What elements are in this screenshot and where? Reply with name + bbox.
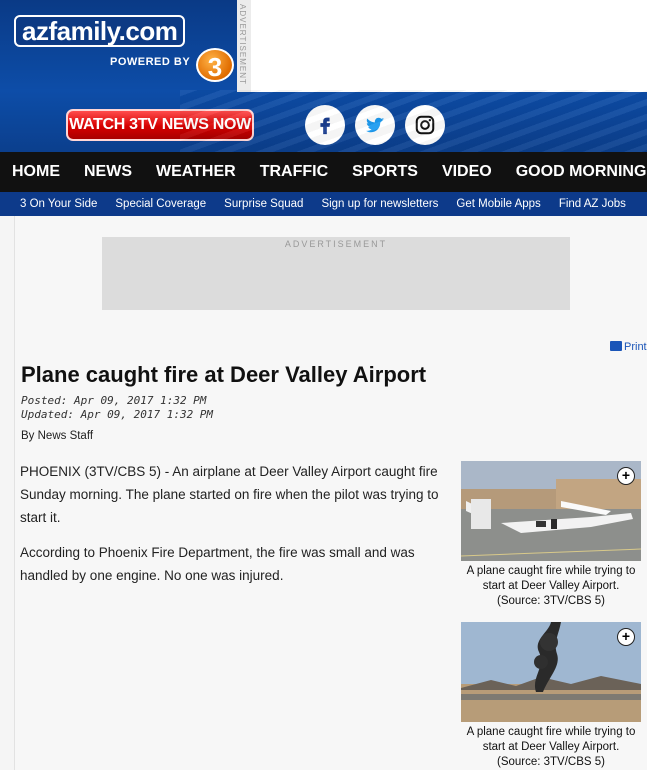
twitter-button[interactable] [355, 105, 395, 145]
expand-icon[interactable]: + [617, 467, 635, 485]
facebook-button[interactable] [305, 105, 345, 145]
subnav-newsletters[interactable]: Sign up for newsletters [312, 198, 447, 210]
print-label: Print [624, 341, 647, 353]
twitter-icon [366, 117, 385, 133]
nav-news[interactable]: NEWS [72, 152, 144, 192]
instagram-button[interactable] [405, 105, 445, 145]
article-title: Plane caught fire at Deer Valley Airport [21, 362, 427, 387]
site-header: azfamily.com POWERED BY 3 ADVERTISEMENT … [0, 0, 647, 152]
subnav-special-coverage[interactable]: Special Coverage [106, 198, 215, 210]
site-logo[interactable]: azfamily.com [14, 15, 186, 47]
nav-home[interactable]: HOME [0, 152, 72, 192]
ad-banner[interactable]: ADVERTISEMENT [102, 237, 570, 310]
ad-vertical-text: ADVERTISEMENT [238, 4, 247, 85]
photo-1[interactable]: + A plane caught fire while trying to st… [461, 461, 641, 609]
nav-traffic[interactable]: TRAFFIC [248, 152, 340, 192]
smoke-photo[interactable]: + [461, 622, 641, 722]
photo-2[interactable]: + A plane caught fire while trying to st… [461, 622, 641, 770]
logo-text: azfamily.com [14, 15, 186, 47]
facebook-icon [320, 117, 331, 135]
nav-good-morning[interactable]: GOOD MORNING [504, 152, 647, 192]
print-icon [610, 341, 622, 351]
photo-caption: A plane caught fire while trying to star… [466, 726, 636, 768]
print-link[interactable]: Print [610, 341, 647, 353]
channel-3-logo: 3 [196, 48, 234, 82]
byline: By News Staff [21, 430, 94, 442]
updated-date: Updated: Apr 09, 2017 1:32 PM [21, 408, 214, 421]
page: azfamily.com POWERED BY 3 ADVERTISEMENT … [0, 0, 647, 770]
subnav-az-jobs[interactable]: Find AZ Jobs [550, 198, 635, 210]
sub-nav: 3 On Your Side Special Coverage Surprise… [0, 192, 647, 216]
top-ad-slot [251, 0, 647, 92]
watch-live-button[interactable]: WATCH 3TV NEWS NOW [66, 109, 254, 141]
powered-by-label: POWERED BY [110, 56, 191, 68]
article-paragraph: According to Phoenix Fire Department, th… [20, 545, 415, 583]
posted-date: Posted: Apr 09, 2017 1:32 PM [21, 394, 207, 407]
nav-weather[interactable]: WEATHER [144, 152, 248, 192]
plane-photo-image [461, 461, 641, 561]
subnav-mobile-apps[interactable]: Get Mobile Apps [447, 198, 549, 210]
nav-video[interactable]: VIDEO [430, 152, 504, 192]
nav-sports[interactable]: SPORTS [340, 152, 430, 192]
subnav-surprise-squad[interactable]: Surprise Squad [215, 198, 312, 210]
expand-icon[interactable]: + [617, 628, 635, 646]
instagram-icon [415, 115, 435, 135]
smoke-photo-image [461, 622, 641, 722]
subnav-3-on-your-side[interactable]: 3 On Your Side [0, 198, 106, 210]
photo-caption: A plane caught fire while trying to star… [466, 565, 636, 607]
ad-label: ADVERTISEMENT [284, 239, 388, 249]
ad-vertical-label: ADVERTISEMENT [237, 0, 251, 92]
article-paragraph: PHOENIX (3TV/CBS 5) - An airplane at Dee… [20, 464, 439, 525]
plane-photo[interactable]: + [461, 461, 641, 561]
main-nav: HOME NEWS WEATHER TRAFFIC SPORTS VIDEO G… [0, 152, 647, 192]
